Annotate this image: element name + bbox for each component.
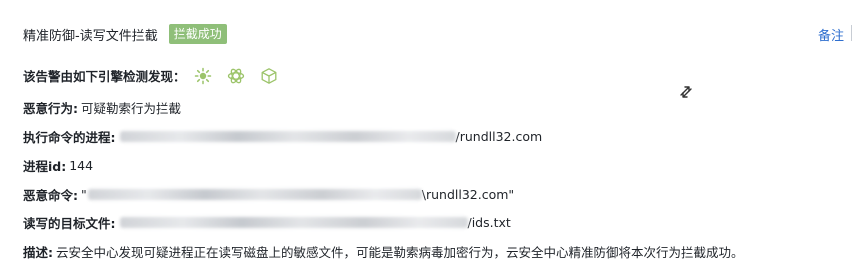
malicious-command-label: 恶意命令: xyxy=(23,188,78,203)
cursor-icon xyxy=(678,84,694,100)
malicious-behavior-row: 恶意行为: 可疑勒索行为拦截 xyxy=(23,98,181,117)
sun-engine-icon xyxy=(194,67,212,85)
malicious-command-row: 恶意命令: " \rundll32.com" xyxy=(23,185,514,204)
process-id-value: 144 xyxy=(69,158,94,173)
alert-title: 精准防御-读写文件拦截 xyxy=(23,28,158,44)
divider xyxy=(851,25,852,41)
description-label: 描述: xyxy=(23,245,53,260)
detection-row: 该告警由如下引擎检测发现： xyxy=(23,66,293,85)
alert-header: 精准防御-读写文件拦截 拦截成功 xyxy=(23,22,227,46)
description-value: 云安全中心发现可疑进程正在读写磁盘上的敏感文件，可能是勒索病毒加密行为，云安全中… xyxy=(56,245,744,260)
remark-link[interactable]: 备注 xyxy=(818,25,844,44)
executing-process-label: 执行命令的进程: xyxy=(23,130,116,145)
target-file-row: 读写的目标文件: /ids.txt xyxy=(23,213,511,232)
redacted-path xyxy=(87,189,422,200)
detection-label: 该告警由如下引擎检测发现： xyxy=(23,69,186,84)
malicious-behavior-value: 可疑勒索行为拦截 xyxy=(81,101,182,116)
atom-engine-icon xyxy=(227,67,245,85)
process-id-label: 进程id: xyxy=(23,159,67,174)
description-row: 描述: 云安全中心发现可疑进程正在读写磁盘上的敏感文件，可能是勒索病毒加密行为，… xyxy=(23,242,744,261)
redacted-path xyxy=(119,131,456,142)
status-badge: 拦截成功 xyxy=(168,24,227,44)
target-file-label: 读写的目标文件: xyxy=(23,216,116,231)
malicious-command-prefix: " xyxy=(81,187,87,202)
engine-icons xyxy=(194,67,293,85)
malicious-behavior-label: 恶意行为: xyxy=(23,101,78,116)
redacted-path xyxy=(119,217,468,228)
process-id-row: 进程id: 144 xyxy=(23,156,93,175)
cube-engine-icon xyxy=(260,67,278,85)
executing-process-value: /rundll32.com xyxy=(455,129,543,144)
malicious-command-value: \rundll32.com" xyxy=(421,187,515,202)
executing-process-row: 执行命令的进程: /rundll32.com xyxy=(23,127,542,146)
target-file-value: /ids.txt xyxy=(467,215,511,230)
